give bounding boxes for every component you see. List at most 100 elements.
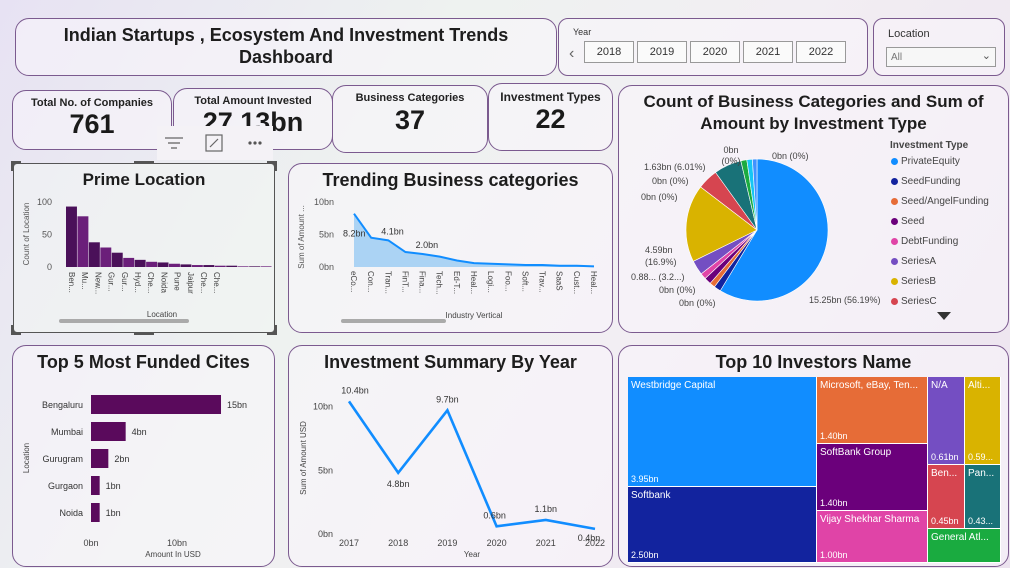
treemap-tile[interactable]: Westbridge Capital 3.95bn [628, 377, 817, 487]
line-data-label: 1.1bn [535, 504, 558, 514]
x-tick-label: Noida [159, 272, 168, 293]
investor-name: Softbank [631, 490, 671, 501]
x-tick-label: Fina... [418, 271, 427, 293]
pie-data-label: 0bn (0%) [641, 192, 678, 202]
visual-toolbar-icons [165, 134, 262, 152]
horizontal-scrollbar[interactable] [59, 319, 189, 323]
filter-icon[interactable] [165, 137, 183, 149]
pie-data-label: 4.59bn [645, 245, 673, 255]
investor-name: SoftBank Group [820, 447, 892, 458]
treemap-tile[interactable]: Alti... 0.59... [965, 377, 1001, 465]
location-bar [169, 263, 180, 267]
location-bar [260, 266, 272, 267]
resize-handle-bottom[interactable] [134, 332, 154, 335]
city-data-label: 15bn [227, 400, 247, 410]
investor-amount: 1.40bn [820, 498, 848, 508]
treemap-tile[interactable]: SoftBank Group 1.40bn [817, 444, 928, 511]
treemap-tile[interactable]: Softbank 2.50bn [628, 487, 817, 563]
legend-label: SeriesA [901, 256, 937, 267]
legend-scroll-down-icon[interactable] [937, 312, 951, 320]
y-tick-label: 10bn [313, 402, 333, 412]
year-button-2021[interactable]: 2021 [743, 41, 793, 63]
city-bar [91, 449, 109, 468]
investor-name: Pan... [968, 468, 995, 479]
pie-data-label: (16.9%) [645, 257, 677, 267]
x-tick-label: Hyd... [133, 272, 142, 293]
resize-handle-corner[interactable] [267, 161, 277, 171]
legend-item[interactable]: PrivateEquity [891, 156, 960, 167]
kpi-value: 761 [69, 109, 115, 139]
investment-type-pie-card: Count of Business Categories and Sum of … [618, 85, 1009, 333]
year-slicer: Year ‹ 2018 2019 2020 2021 2022 [558, 18, 868, 76]
pie-data-label: 15.25bn (56.19%) [809, 295, 881, 305]
legend-item[interactable]: SeriesA [891, 256, 936, 267]
legend-item[interactable]: Seed/AngelFunding [891, 196, 989, 207]
legend-item[interactable]: SeriesB [891, 276, 936, 287]
header-card: Indian Startups , Ecosystem And Investme… [15, 18, 557, 76]
investment-summary-chart: 10bn 5bn 0bn Sum of Amount USD 10.4bn 2017 4.8… [299, 385, 605, 559]
resize-handle-top[interactable] [134, 161, 154, 164]
location-bar [88, 242, 100, 267]
x-tick-label: Che... [212, 272, 221, 293]
dashboard-title-line2: Dashboard [238, 47, 334, 67]
location-dropdown-value: All [891, 52, 903, 63]
location-bar [66, 206, 77, 267]
location-bar [191, 265, 203, 267]
city-label: Noida [59, 508, 83, 518]
legend-label: SeedFunding [901, 176, 961, 187]
legend-label: Seed/AngelFunding [901, 196, 989, 207]
x-tick-label: Trav... [538, 271, 547, 293]
y-tick-label: 10bn [314, 197, 334, 207]
resize-handle-corner[interactable] [11, 161, 21, 171]
resize-handle-corner[interactable] [11, 325, 21, 335]
pie-data-label: 0bn [723, 145, 738, 155]
x-tick-label: Logi... [486, 271, 495, 293]
focus-mode-icon[interactable] [205, 134, 223, 152]
pie-data-label: 0bn (0%) [652, 176, 689, 186]
treemap-tile[interactable]: N/A 0.61bn [928, 377, 965, 465]
location-dropdown[interactable]: All ⌄ [886, 47, 996, 67]
year-button-2020[interactable]: 2020 [690, 41, 740, 63]
x-axis-label: Location [147, 310, 177, 319]
kpi-label: Total Amount Invested [194, 95, 312, 107]
x-axis-label: Industry Vertical [446, 311, 503, 320]
location-bar [226, 265, 238, 267]
legend-item[interactable]: SeedFunding [891, 176, 961, 187]
x-tick-label: 2019 [437, 538, 457, 548]
pie-legend-title: Investment Type [890, 140, 969, 151]
horizontal-scrollbar[interactable] [341, 319, 446, 323]
legend-item[interactable]: Seed [891, 216, 924, 227]
x-tick-label: Mu... [80, 272, 89, 290]
prime-location-card[interactable]: Prime Location 100 50 0 Count of Location Be… [11, 161, 277, 335]
data-label: 8.2bn [343, 229, 366, 239]
chevron-left-icon[interactable]: ‹ [569, 45, 574, 63]
location-bar [111, 252, 123, 267]
pie-chart: 0bn(0%) 0bn (0%) 1.63bn (6.01%) 0bn (0%) 0bn… [631, 145, 881, 308]
line-data-label: 9.7bn [436, 394, 459, 404]
x-tick-label: Che... [199, 272, 208, 293]
treemap-tile[interactable]: General Atl... [928, 529, 1001, 563]
investor-name: Westbridge Capital [631, 380, 716, 391]
treemap-tile[interactable]: Microsoft, eBay, Ten... 1.40bn [817, 377, 928, 444]
chevron-down-icon: ⌄ [981, 50, 991, 62]
year-button-2019[interactable]: 2019 [637, 41, 687, 63]
kpi-investment-types: Investment Types 22 [488, 83, 613, 151]
trending-chart: 10bn 5bn 0bn Sum of Amount ... 8.2bn 4.1bn 2.0… [297, 197, 598, 320]
x-tick-label: Soft... [520, 271, 529, 292]
location-bar [237, 266, 249, 267]
location-bar [134, 259, 146, 267]
year-button-2018[interactable]: 2018 [584, 41, 634, 63]
x-tick-label: Cust... [572, 271, 581, 294]
y-tick-label: 0 [47, 262, 52, 272]
more-options-icon[interactable] [248, 141, 262, 145]
location-bar [77, 216, 89, 267]
legend-item[interactable]: SeriesC [891, 296, 937, 307]
x-tick-label: 2020 [487, 538, 507, 548]
year-button-2022[interactable]: 2022 [796, 41, 846, 63]
pie-data-label: 0.88... (3.2...) [631, 272, 685, 282]
treemap-tile[interactable]: Vijay Shekhar Sharma 1.00bn [817, 511, 928, 563]
resize-handle-corner[interactable] [267, 325, 277, 335]
legend-item[interactable]: DebtFunding [891, 236, 958, 247]
treemap-tile[interactable]: Ben... 0.45bn [928, 465, 965, 529]
treemap-tile[interactable]: Pan... 0.43... [965, 465, 1001, 529]
